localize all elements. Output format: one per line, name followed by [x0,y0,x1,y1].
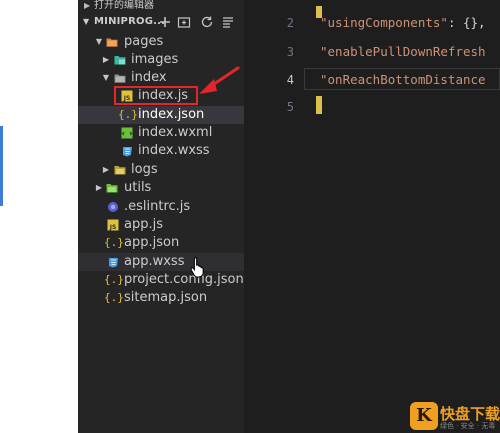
chevron-right-icon: ▶ [102,55,110,64]
file-eslintrc[interactable]: .eslintrc.js [78,198,244,216]
file-index-wxss[interactable]: index.wxss [78,142,244,160]
wxss-file-icon [123,147,132,157]
file-index-wxss-label: index.wxss [138,143,210,158]
line-number: 5 [286,100,294,114]
folder-utils-icon [106,184,118,193]
chevron-down-icon: ▼ [95,37,103,46]
folder-index-label: index [131,70,167,85]
folder-utils-label: utils [124,180,152,195]
folder-images[interactable]: ▶ images [78,51,244,69]
folder-logs-label: logs [131,162,158,177]
file-explorer: ▶ 打开的编辑器 ▼ MINIPROG... ▼ pages ▶ images … [78,0,244,433]
js-file-icon: JS [107,219,119,231]
code-line-3[interactable]: "enablePullDownRefresh [320,42,486,62]
line-number: 4 [286,73,294,87]
file-app-wxss[interactable]: app.wxss [78,253,244,271]
code-line-4[interactable]: "onReachBottomDistance [320,70,486,90]
folder-logs-icon [114,166,126,175]
json-file-icon: {.} [104,291,124,304]
hand-cursor-icon [190,257,204,278]
annotation-highlight-box [114,86,198,105]
svg-text:JS: JS [109,224,117,231]
json-file-icon: {.} [104,236,124,249]
folder-images-label: images [131,52,179,67]
file-sitemap[interactable]: {.} sitemap.json [78,289,244,307]
line-number: 3 [286,45,294,59]
eslint-file-icon [108,202,118,212]
project-header[interactable]: ▼ MINIPROG... [78,12,244,32]
folder-pages-label: pages [124,34,164,49]
file-app-js-label: app.js [124,217,163,232]
chevron-right-icon: ▶ [95,183,103,192]
folder-utils[interactable]: ▶ utils [78,179,244,197]
wxml-file-icon [121,127,133,139]
left-gutter [0,0,78,433]
watermark: K 快盘下载 绿色 · 安全 · 无毒 [410,400,500,433]
chevron-down-icon: ▼ [83,17,90,26]
file-index-wxml-label: index.wxml [138,125,213,140]
file-sitemap-label: sitemap.json [124,290,208,305]
line-number: 2 [286,16,294,30]
file-index-wxml[interactable]: index.wxml [78,124,244,142]
open-editors-label: 打开的编辑器 [94,0,154,11]
file-app-js[interactable]: JS app.js [78,216,244,234]
file-index-json[interactable]: {.} index.json [78,106,244,124]
json-file-icon: {.} [104,273,124,286]
json-file-icon: {.} [118,108,138,121]
project-name: MINIPROG... [94,16,166,27]
code-editor[interactable]: 2 3 4 5 "usingComponents": {}, "enablePu… [244,0,500,433]
json-punctuation: : {}, [447,15,486,30]
refresh-icon[interactable] [200,15,214,29]
new-file-icon[interactable] [158,15,172,29]
code-line-2[interactable]: "usingComponents": {}, [320,13,486,33]
file-app-json[interactable]: {.} app.json [78,234,244,252]
code-line-5[interactable]: } [316,97,324,117]
file-index-json-label: index.json [138,107,205,122]
folder-logs[interactable]: ▶ logs [78,161,244,179]
watermark-logo: K [410,402,438,430]
json-key: "enablePullDownRefresh [320,44,486,59]
folder-open-icon [106,38,118,47]
wxss-file-icon [109,258,118,268]
json-key: "onReachBottomDistance [320,72,486,87]
new-folder-icon[interactable] [177,15,191,29]
chevron-right-icon: ▶ [102,165,110,174]
chevron-down-icon: ▼ [102,73,110,82]
file-eslintrc-label: .eslintrc.js [124,199,191,214]
folder-index[interactable]: ▼ index [78,69,244,87]
file-project-config[interactable]: {.} project.config.json [78,271,244,289]
chevron-right-icon: ▶ [84,1,91,10]
file-app-json-label: app.json [124,235,180,250]
collapse-all-icon[interactable] [221,15,235,29]
json-key: "usingComponents" [320,15,448,30]
folder-images-icon [114,56,126,65]
watermark-subtitle: 绿色 · 安全 · 无毒 [440,422,496,430]
file-project-config-label: project.config.json [124,272,244,287]
folder-pages[interactable]: ▼ pages [78,33,244,51]
activity-indicator [0,126,3,206]
folder-open-icon [114,74,126,83]
closing-brace: } [316,99,324,114]
file-app-wxss-label: app.wxss [124,254,185,269]
